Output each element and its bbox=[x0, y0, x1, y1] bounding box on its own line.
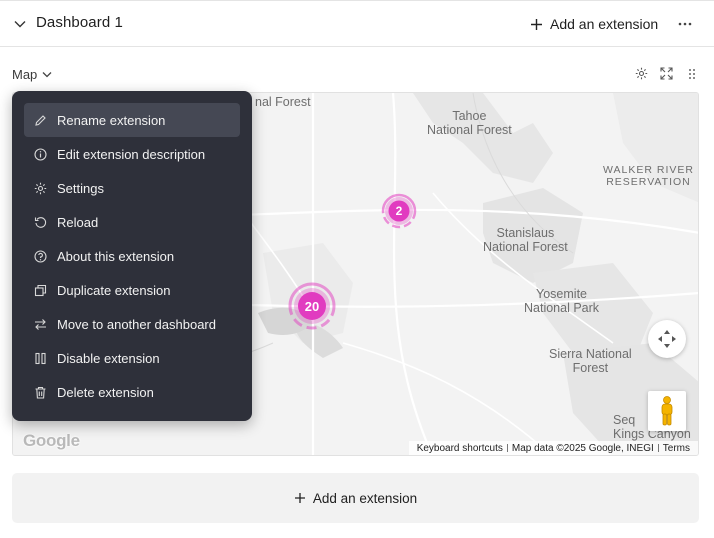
menu-item-about[interactable]: About this extension bbox=[24, 239, 240, 273]
drag-handle-icon[interactable] bbox=[684, 66, 699, 81]
gear-icon[interactable] bbox=[634, 66, 649, 81]
map-label-yosemite: Yosemite National Park bbox=[524, 287, 600, 315]
cluster-marker-2[interactable]: 2 bbox=[377, 189, 421, 233]
menu-item-label: Reload bbox=[57, 214, 99, 230]
chevron-down-icon bbox=[42, 71, 52, 77]
google-logo[interactable]: Google bbox=[23, 431, 80, 451]
add-extension-label: Add an extension bbox=[312, 490, 418, 506]
menu-item-settings[interactable]: Settings bbox=[24, 171, 240, 205]
add-extension-button[interactable]: Add an extension bbox=[530, 14, 658, 34]
menu-item-move[interactable]: Move to another dashboard bbox=[24, 307, 240, 341]
add-extension-label: Add an extension bbox=[550, 16, 659, 32]
menu-item-label: Disable extension bbox=[57, 350, 160, 366]
street-view-pegman[interactable] bbox=[648, 391, 686, 431]
pencil-icon bbox=[33, 113, 47, 127]
info-icon bbox=[33, 147, 47, 161]
menu-item-delete[interactable]: Delete extension bbox=[24, 375, 240, 409]
map-label-walker-river: WALKER RIVER RESERVATION bbox=[603, 164, 694, 188]
extension-context-menu: Rename extension Edit extension descript… bbox=[12, 91, 252, 421]
add-extension-bottom-button[interactable]: Add an extension bbox=[12, 473, 699, 523]
menu-item-label: Move to another dashboard bbox=[57, 316, 216, 332]
cluster-count: 20 bbox=[304, 298, 320, 314]
keyboard-shortcuts-link[interactable]: Keyboard shortcuts bbox=[413, 443, 507, 454]
map-attribution: Keyboard shortcuts Map data ©2025 Google… bbox=[408, 441, 698, 455]
extension-title: Map bbox=[12, 66, 38, 82]
pegman-icon bbox=[661, 396, 673, 426]
map-label-forest-top: nal Forest bbox=[255, 95, 311, 109]
menu-item-label: About this extension bbox=[57, 248, 175, 264]
more-options-icon[interactable] bbox=[676, 14, 694, 34]
menu-item-rename[interactable]: Rename extension bbox=[24, 103, 240, 137]
cluster-marker-20[interactable]: 20 bbox=[285, 279, 339, 333]
menu-item-label: Edit extension description bbox=[57, 146, 206, 162]
extension-toolbar bbox=[634, 66, 699, 81]
cluster-count: 2 bbox=[395, 204, 403, 218]
map-label-tahoe: Tahoe National Forest bbox=[427, 109, 512, 137]
duplicate-icon bbox=[33, 283, 47, 297]
question-icon bbox=[33, 249, 47, 263]
terms-link[interactable]: Terms bbox=[659, 443, 694, 454]
menu-item-label: Rename extension bbox=[57, 112, 166, 128]
expand-icon[interactable] bbox=[659, 66, 674, 81]
menu-item-disable[interactable]: Disable extension bbox=[24, 341, 240, 375]
trash-icon bbox=[33, 385, 47, 399]
map-label-stanislaus: Stanislaus National Forest bbox=[483, 226, 568, 254]
menu-item-reload[interactable]: Reload bbox=[24, 205, 240, 239]
menu-item-edit-description[interactable]: Edit extension description bbox=[24, 137, 240, 171]
plus-icon bbox=[531, 18, 542, 30]
map-pan-control[interactable] bbox=[648, 320, 686, 358]
menu-item-label: Duplicate extension bbox=[57, 282, 171, 298]
map-data-text: Map data ©2025 Google, INEGI bbox=[511, 442, 654, 454]
menu-item-label: Settings bbox=[57, 180, 104, 196]
pause-icon bbox=[33, 351, 47, 365]
dashboard-title[interactable]: Dashboard 1 bbox=[36, 14, 123, 31]
plus-icon bbox=[294, 493, 305, 503]
map-label-sierra: Sierra National Forest bbox=[549, 347, 632, 375]
reload-icon bbox=[33, 215, 47, 229]
gear-icon bbox=[33, 181, 47, 195]
move-arrows-icon bbox=[658, 330, 676, 348]
menu-item-label: Delete extension bbox=[57, 384, 154, 400]
swap-arrows-icon bbox=[33, 317, 47, 331]
chevron-down-icon[interactable] bbox=[12, 16, 28, 32]
extension-title-dropdown[interactable]: Map bbox=[12, 64, 52, 84]
dashboard-header: Dashboard 1 Add an extension bbox=[0, 1, 714, 47]
menu-item-duplicate[interactable]: Duplicate extension bbox=[24, 273, 240, 307]
